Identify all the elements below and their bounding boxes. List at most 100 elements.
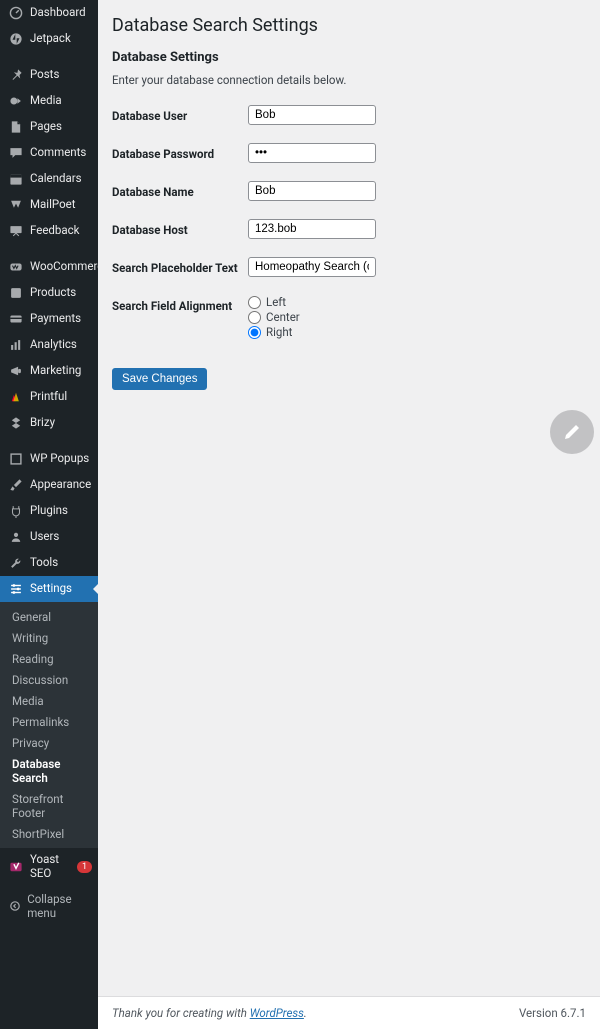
sidebar-item-feedback[interactable]: Feedback <box>0 218 98 244</box>
edit-fab[interactable] <box>550 410 594 454</box>
sidebar-item-label: Brizy <box>30 416 55 430</box>
sidebar-item-label: Comments <box>30 146 86 160</box>
media-icon <box>8 93 24 109</box>
sidebar-item-pages[interactable]: Pages <box>0 114 98 140</box>
analytics-icon <box>8 337 24 353</box>
submenu-storefront-footer[interactable]: Storefront Footer <box>0 788 98 823</box>
sidebar-item-label: Analytics <box>30 338 77 352</box>
submenu-general[interactable]: General <box>0 606 98 627</box>
megaphone-icon <box>8 363 24 379</box>
mailpoet-icon <box>8 197 24 213</box>
submenu-writing[interactable]: Writing <box>0 627 98 648</box>
submenu-database-search[interactable]: Database Search <box>0 753 98 788</box>
input-db-host[interactable] <box>248 219 376 239</box>
input-db-password[interactable] <box>248 143 376 163</box>
footer-thanks: Thank you for creating with WordPress. <box>112 1006 307 1020</box>
sidebar-item-comments[interactable]: Comments <box>0 140 98 166</box>
sidebar-item-label: Payments <box>30 312 81 326</box>
sidebar-item-posts[interactable]: Posts <box>0 62 98 88</box>
sidebar-separator <box>0 55 98 59</box>
radio-center-label: Center <box>266 310 300 324</box>
input-db-user[interactable] <box>248 105 376 125</box>
sidebar-item-marketing[interactable]: Marketing <box>0 358 98 384</box>
row-db-name: Database Name <box>112 181 586 201</box>
sidebar-item-label: WooCommerce <box>30 260 98 274</box>
sidebar-item-printful[interactable]: Printful <box>0 384 98 410</box>
sidebar-item-appearance[interactable]: Appearance <box>0 472 98 498</box>
sidebar-item-label: Plugins <box>30 504 68 518</box>
label-db-host: Database Host <box>112 219 248 237</box>
submenu-discussion[interactable]: Discussion <box>0 669 98 690</box>
brush-icon <box>8 477 24 493</box>
feedback-icon <box>8 223 24 239</box>
collapse-menu[interactable]: Collapse menu <box>0 886 98 926</box>
page-icon <box>8 119 24 135</box>
sidebar-item-label: Users <box>30 530 59 544</box>
main-content: Database Search Settings Database Settin… <box>98 0 600 1029</box>
label-db-password: Database Password <box>112 143 248 161</box>
update-badge: 1 <box>77 861 92 873</box>
label-placeholder: Search Placeholder Text <box>112 257 248 275</box>
sidebar-item-payments[interactable]: Payments <box>0 306 98 332</box>
sidebar-item-wp-popups[interactable]: WP Popups <box>0 446 98 472</box>
section-heading: Database Settings <box>112 50 586 65</box>
row-placeholder: Search Placeholder Text <box>112 257 586 277</box>
submenu-privacy[interactable]: Privacy <box>0 732 98 753</box>
sidebar-item-woocommerce[interactable]: WooCommerce <box>0 254 98 280</box>
sidebar-item-label: Posts <box>30 68 59 82</box>
admin-footer: Thank you for creating with WordPress. V… <box>98 996 600 1029</box>
row-db-host: Database Host <box>112 219 586 239</box>
brizy-icon <box>8 415 24 431</box>
sidebar-item-mailpoet[interactable]: MailPoet <box>0 192 98 218</box>
input-placeholder[interactable] <box>248 257 376 277</box>
sidebar-item-label: WP Popups <box>30 452 89 466</box>
sidebar-item-calendars[interactable]: Calendars <box>0 166 98 192</box>
sidebar-item-settings[interactable]: Settings <box>0 576 98 602</box>
sidebar-item-label: Settings <box>30 582 72 596</box>
submenu-shortpixel[interactable]: ShortPixel <box>0 823 98 844</box>
submenu-permalinks[interactable]: Permalinks <box>0 711 98 732</box>
wrench-icon <box>8 555 24 571</box>
submenu-reading[interactable]: Reading <box>0 648 98 669</box>
radio-center[interactable] <box>248 311 261 324</box>
sidebar-item-dashboard[interactable]: Dashboard <box>0 0 98 26</box>
sidebar-item-label: Calendars <box>30 172 82 186</box>
dashboard-icon <box>8 5 24 21</box>
yoast-icon <box>8 859 24 875</box>
popup-icon <box>8 451 24 467</box>
sidebar-item-jetpack[interactable]: Jetpack <box>0 26 98 52</box>
printful-icon <box>8 389 24 405</box>
sidebar-item-label: Marketing <box>30 364 81 378</box>
calendar-icon <box>8 171 24 187</box>
sidebar-item-plugins[interactable]: Plugins <box>0 498 98 524</box>
sidebar-item-label: Media <box>30 94 62 108</box>
input-db-name[interactable] <box>248 181 376 201</box>
sidebar-item-analytics[interactable]: Analytics <box>0 332 98 358</box>
sidebar-item-label: Printful <box>30 390 67 404</box>
sidebar-item-label: Feedback <box>30 224 79 238</box>
section-intro: Enter your database connection details b… <box>112 73 586 87</box>
footer-version: Version 6.7.1 <box>519 1006 586 1020</box>
row-db-user: Database User <box>112 105 586 125</box>
jetpack-icon <box>8 31 24 47</box>
admin-sidebar: Dashboard Jetpack Posts Media Pages Comm… <box>0 0 98 1029</box>
sidebar-item-label: Yoast SEO <box>30 853 73 881</box>
save-button[interactable]: Save Changes <box>112 368 207 390</box>
radio-left-label: Left <box>266 295 286 309</box>
sidebar-item-media[interactable]: Media <box>0 88 98 114</box>
sidebar-item-label: Products <box>30 286 76 300</box>
submenu-media[interactable]: Media <box>0 690 98 711</box>
row-alignment: Search Field Alignment Left Center Right <box>112 295 586 340</box>
radio-left[interactable] <box>248 296 261 309</box>
sidebar-item-brizy[interactable]: Brizy <box>0 410 98 436</box>
sidebar-item-tools[interactable]: Tools <box>0 550 98 576</box>
sidebar-item-label: Dashboard <box>30 6 86 20</box>
radio-right[interactable] <box>248 326 261 339</box>
radio-right-label: Right <box>266 325 292 339</box>
wordpress-link[interactable]: WordPress <box>250 1006 304 1020</box>
sidebar-item-users[interactable]: Users <box>0 524 98 550</box>
sidebar-item-products[interactable]: Products <box>0 280 98 306</box>
label-db-name: Database Name <box>112 181 248 199</box>
sidebar-separator <box>0 439 98 443</box>
sidebar-item-yoast[interactable]: Yoast SEO 1 <box>0 848 98 886</box>
